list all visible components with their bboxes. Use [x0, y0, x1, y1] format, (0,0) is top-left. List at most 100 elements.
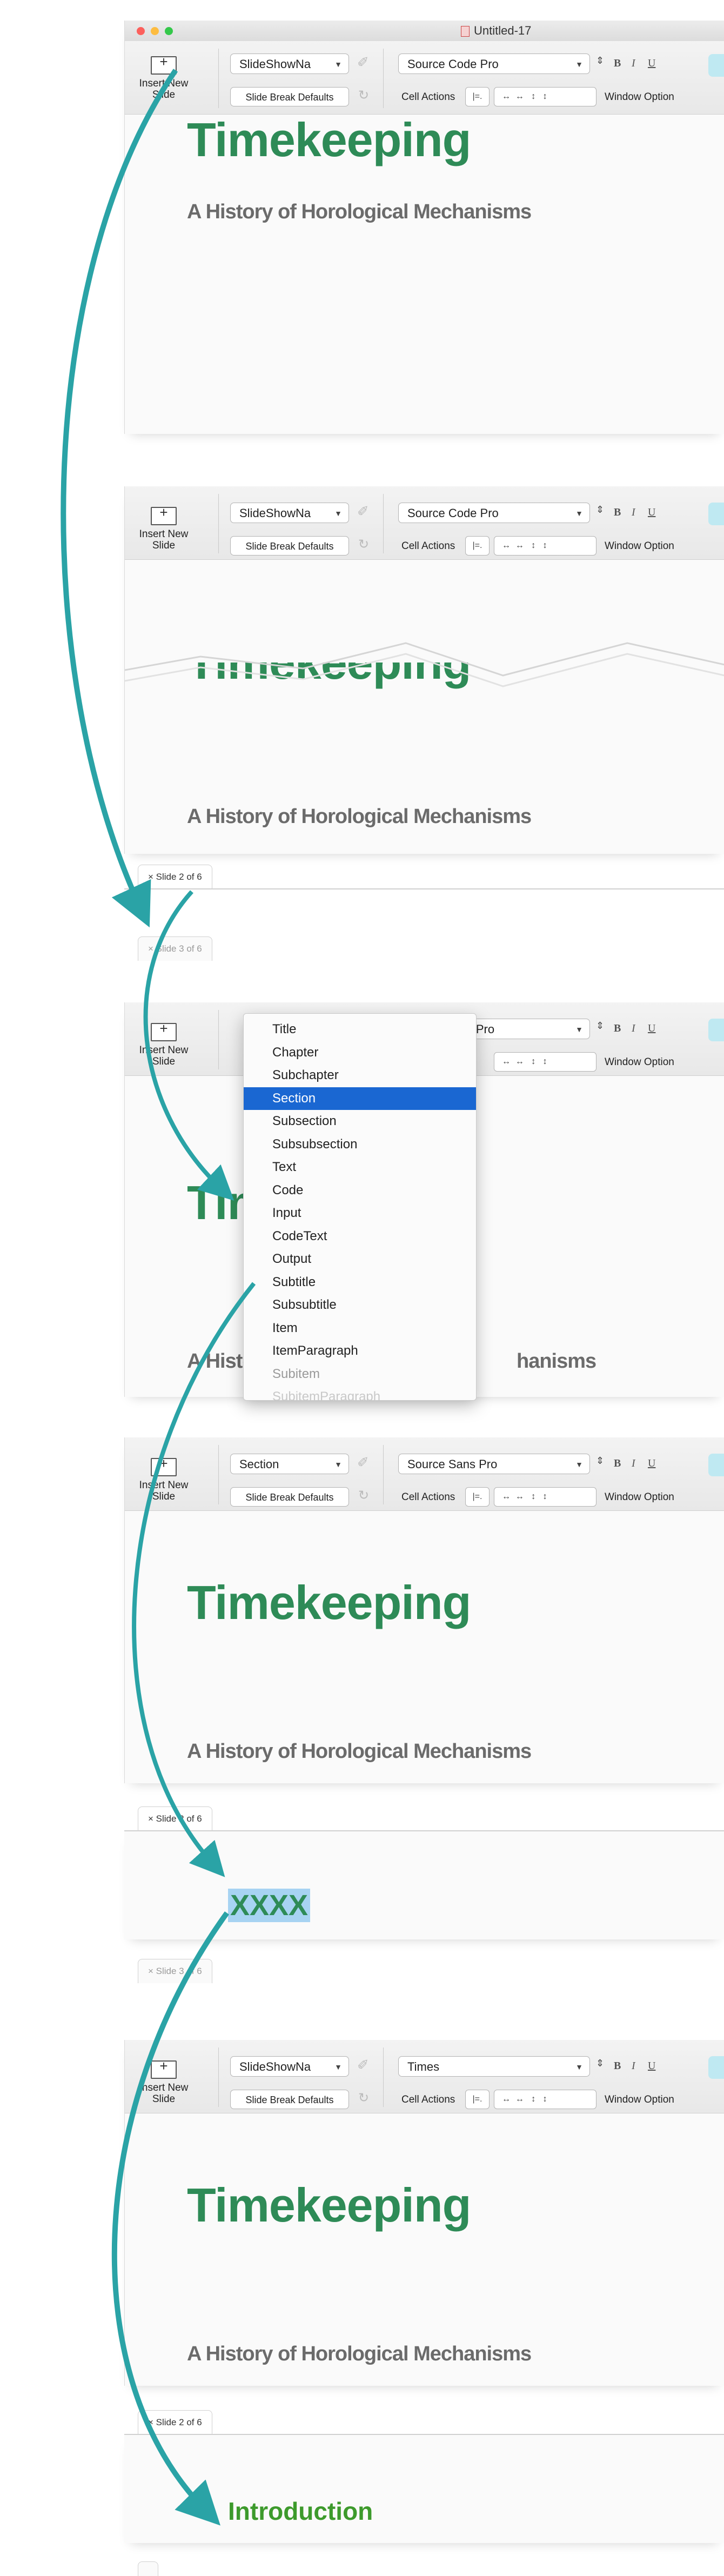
style-popup[interactable]: SlideShowNa ▼ [230, 503, 349, 523]
separator [383, 49, 384, 108]
italic-button[interactable]: I [632, 506, 635, 519]
style-value: SlideShowNa [239, 57, 311, 71]
refresh-icon[interactable]: ↻ [358, 1488, 369, 1503]
font-size-stepper-icon[interactable]: ⇕ [596, 2058, 604, 2069]
slide-tab-2[interactable]: × Slide 2 of 6 [138, 2410, 212, 2434]
cell-actions-segmented[interactable]: ↔ ↔ ↕ ↕ [494, 536, 596, 556]
underline-button[interactable]: U [648, 2060, 655, 2072]
zoom-button[interactable] [165, 27, 173, 35]
italic-button[interactable]: I [632, 57, 635, 70]
insert-slide-icon [151, 2060, 177, 2079]
placeholder-cell-text[interactable]: XXXX [228, 1889, 311, 1922]
refresh-icon[interactable]: ↻ [358, 88, 369, 103]
font-popup[interactable]: Times ▼ [398, 2056, 590, 2077]
menu-item-subsubtitle[interactable]: Subsubtitle [244, 1294, 476, 1317]
style-popup[interactable]: Section ▼ [230, 1454, 349, 1474]
paint-brush-icon[interactable]: ✐ [357, 54, 369, 71]
insert-slide-icon [151, 1458, 177, 1476]
cell-actions-segmented[interactable]: ↔ ↔ ↕ ↕ [494, 2090, 596, 2109]
menu-item-title[interactable]: Title [244, 1018, 476, 1041]
align-left-icon[interactable]: |=. [465, 2090, 490, 2109]
font-size-stepper-icon[interactable]: ⇕ [596, 55, 604, 66]
cell-actions-segmented[interactable]: ↔ ↔ ↕ ↕ [494, 87, 596, 106]
style-dropdown-menu[interactable]: Title Chapter Subchapter Section Subsect… [243, 1013, 477, 1401]
font-size-stepper-icon[interactable]: ⇕ [596, 1455, 604, 1467]
insert-new-slide-button[interactable]: Insert New Slide [131, 56, 196, 101]
cell-actions-segmented[interactable]: ↔ ↔ ↕ ↕ [494, 1052, 596, 1072]
insert-slide-icon [151, 56, 177, 75]
toolbar-accent-icon[interactable] [708, 54, 724, 77]
menu-item-subsubsection[interactable]: Subsubsection [244, 1133, 476, 1156]
slide-tab-3[interactable]: × Slide 3 of 6 [138, 936, 212, 961]
menu-item-subsection[interactable]: Subsection [244, 1110, 476, 1133]
slide-subtitle-right: hanisms [517, 1350, 596, 1373]
menu-item-codetext[interactable]: CodeText [244, 1225, 476, 1248]
bold-button[interactable]: B [614, 2060, 621, 2072]
slide-tab-2[interactable]: × Slide 2 of 6 [138, 865, 212, 889]
toolbar-accent-icon[interactable] [708, 503, 724, 525]
menu-item-section[interactable]: Section [244, 1087, 476, 1110]
refresh-icon[interactable]: ↻ [358, 537, 369, 552]
style-popup[interactable]: SlideShowNa ▼ [230, 2056, 349, 2077]
menu-item-input[interactable]: Input [244, 1202, 476, 1225]
slide-break-defaults-button[interactable]: Slide Break Defaults [230, 536, 349, 556]
toolbar-accent-icon[interactable] [708, 1019, 724, 1041]
menu-item-text[interactable]: Text [244, 1156, 476, 1179]
close-button[interactable] [137, 27, 145, 35]
bold-button[interactable]: B [614, 506, 621, 519]
insert-new-slide-button[interactable]: Insert New Slide [131, 2060, 196, 2105]
italic-button[interactable]: I [632, 1022, 635, 1035]
slide-tab-3-partial[interactable] [138, 2561, 158, 2576]
font-popup[interactable]: Source Sans Pro ▼ [398, 1454, 590, 1474]
menu-item-itemparagraph[interactable]: ItemParagraph [244, 1340, 476, 1363]
toolbar-accent-icon[interactable] [708, 1454, 724, 1476]
insert-new-slide-button[interactable]: Insert New Slide [131, 1458, 196, 1502]
section-cell-text[interactable]: Introduction [228, 2497, 373, 2526]
menu-item-output[interactable]: Output [244, 1248, 476, 1271]
notebook-window-2: Insert New Slide SlideShowNa ▼ ✐ Slide Br… [124, 486, 724, 854]
insert-new-slide-button[interactable]: Insert New Slide [131, 1023, 196, 1067]
align-left-icon[interactable]: |=. [465, 536, 490, 556]
bold-button[interactable]: B [614, 57, 621, 70]
style-popup[interactable]: SlideShowNa ▼ [230, 53, 349, 74]
font-value: Source Code Pro [407, 57, 499, 71]
italic-button[interactable]: I [632, 2060, 635, 2072]
font-value: Source Code Pro [407, 506, 499, 520]
paint-brush-icon[interactable]: ✐ [357, 1454, 369, 1471]
font-popup[interactable]: Source Code Pro ▼ [398, 503, 590, 523]
slide-tab-3[interactable]: × Slide 3 of 6 [138, 1959, 212, 1983]
bold-button[interactable]: B [614, 1457, 621, 1470]
slide-break-defaults-button[interactable]: Slide Break Defaults [230, 87, 349, 106]
align-left-icon[interactable]: |=. [465, 87, 490, 106]
slide-title: Timekeeping [187, 113, 471, 166]
slide-tab-2[interactable]: × Slide 2 of 6 [138, 1806, 212, 1831]
menu-item-item[interactable]: Item [244, 1317, 476, 1340]
refresh-icon[interactable]: ↻ [358, 2090, 369, 2106]
insert-new-slide-button[interactable]: Insert New Slide [131, 507, 196, 551]
menu-item-chapter[interactable]: Chapter [244, 1041, 476, 1065]
underline-button[interactable]: U [648, 506, 655, 519]
menu-item-code[interactable]: Code [244, 1179, 476, 1202]
bold-button[interactable]: B [614, 1022, 621, 1035]
underline-button[interactable]: U [648, 1457, 655, 1470]
minimize-button[interactable] [151, 27, 159, 35]
slide-break-defaults-button[interactable]: Slide Break Defaults [230, 1487, 349, 1507]
underline-button[interactable]: U [648, 57, 655, 70]
toolbar: Insert New Slide SlideShowNa ▼ ✐ Slide Br… [125, 486, 724, 560]
menu-item-subtitle[interactable]: Subtitle [244, 1271, 476, 1294]
paint-brush-icon[interactable]: ✐ [357, 503, 369, 520]
underline-button[interactable]: U [648, 1022, 655, 1035]
menu-item-subitem[interactable]: Subitem [244, 1363, 476, 1386]
paint-brush-icon[interactable]: ✐ [357, 2057, 369, 2073]
menu-item-subitemparagraph[interactable]: SubitemParagraph [244, 1386, 476, 1400]
align-left-icon[interactable]: |=. [465, 1487, 490, 1507]
slide-break-defaults-button[interactable]: Slide Break Defaults [230, 2090, 349, 2109]
italic-button[interactable]: I [632, 1457, 635, 1470]
font-size-stepper-icon[interactable]: ⇕ [596, 1020, 604, 1032]
font-popup[interactable]: Source Code Pro ▼ [398, 53, 590, 74]
toolbar-accent-icon[interactable] [708, 2056, 724, 2079]
menu-item-subchapter[interactable]: Subchapter [244, 1064, 476, 1087]
font-size-stepper-icon[interactable]: ⇕ [596, 504, 604, 516]
toolbar: Insert New Slide Section ▼ ✐ Slide Break … [125, 1437, 724, 1511]
cell-actions-segmented[interactable]: ↔ ↔ ↕ ↕ [494, 1487, 596, 1507]
